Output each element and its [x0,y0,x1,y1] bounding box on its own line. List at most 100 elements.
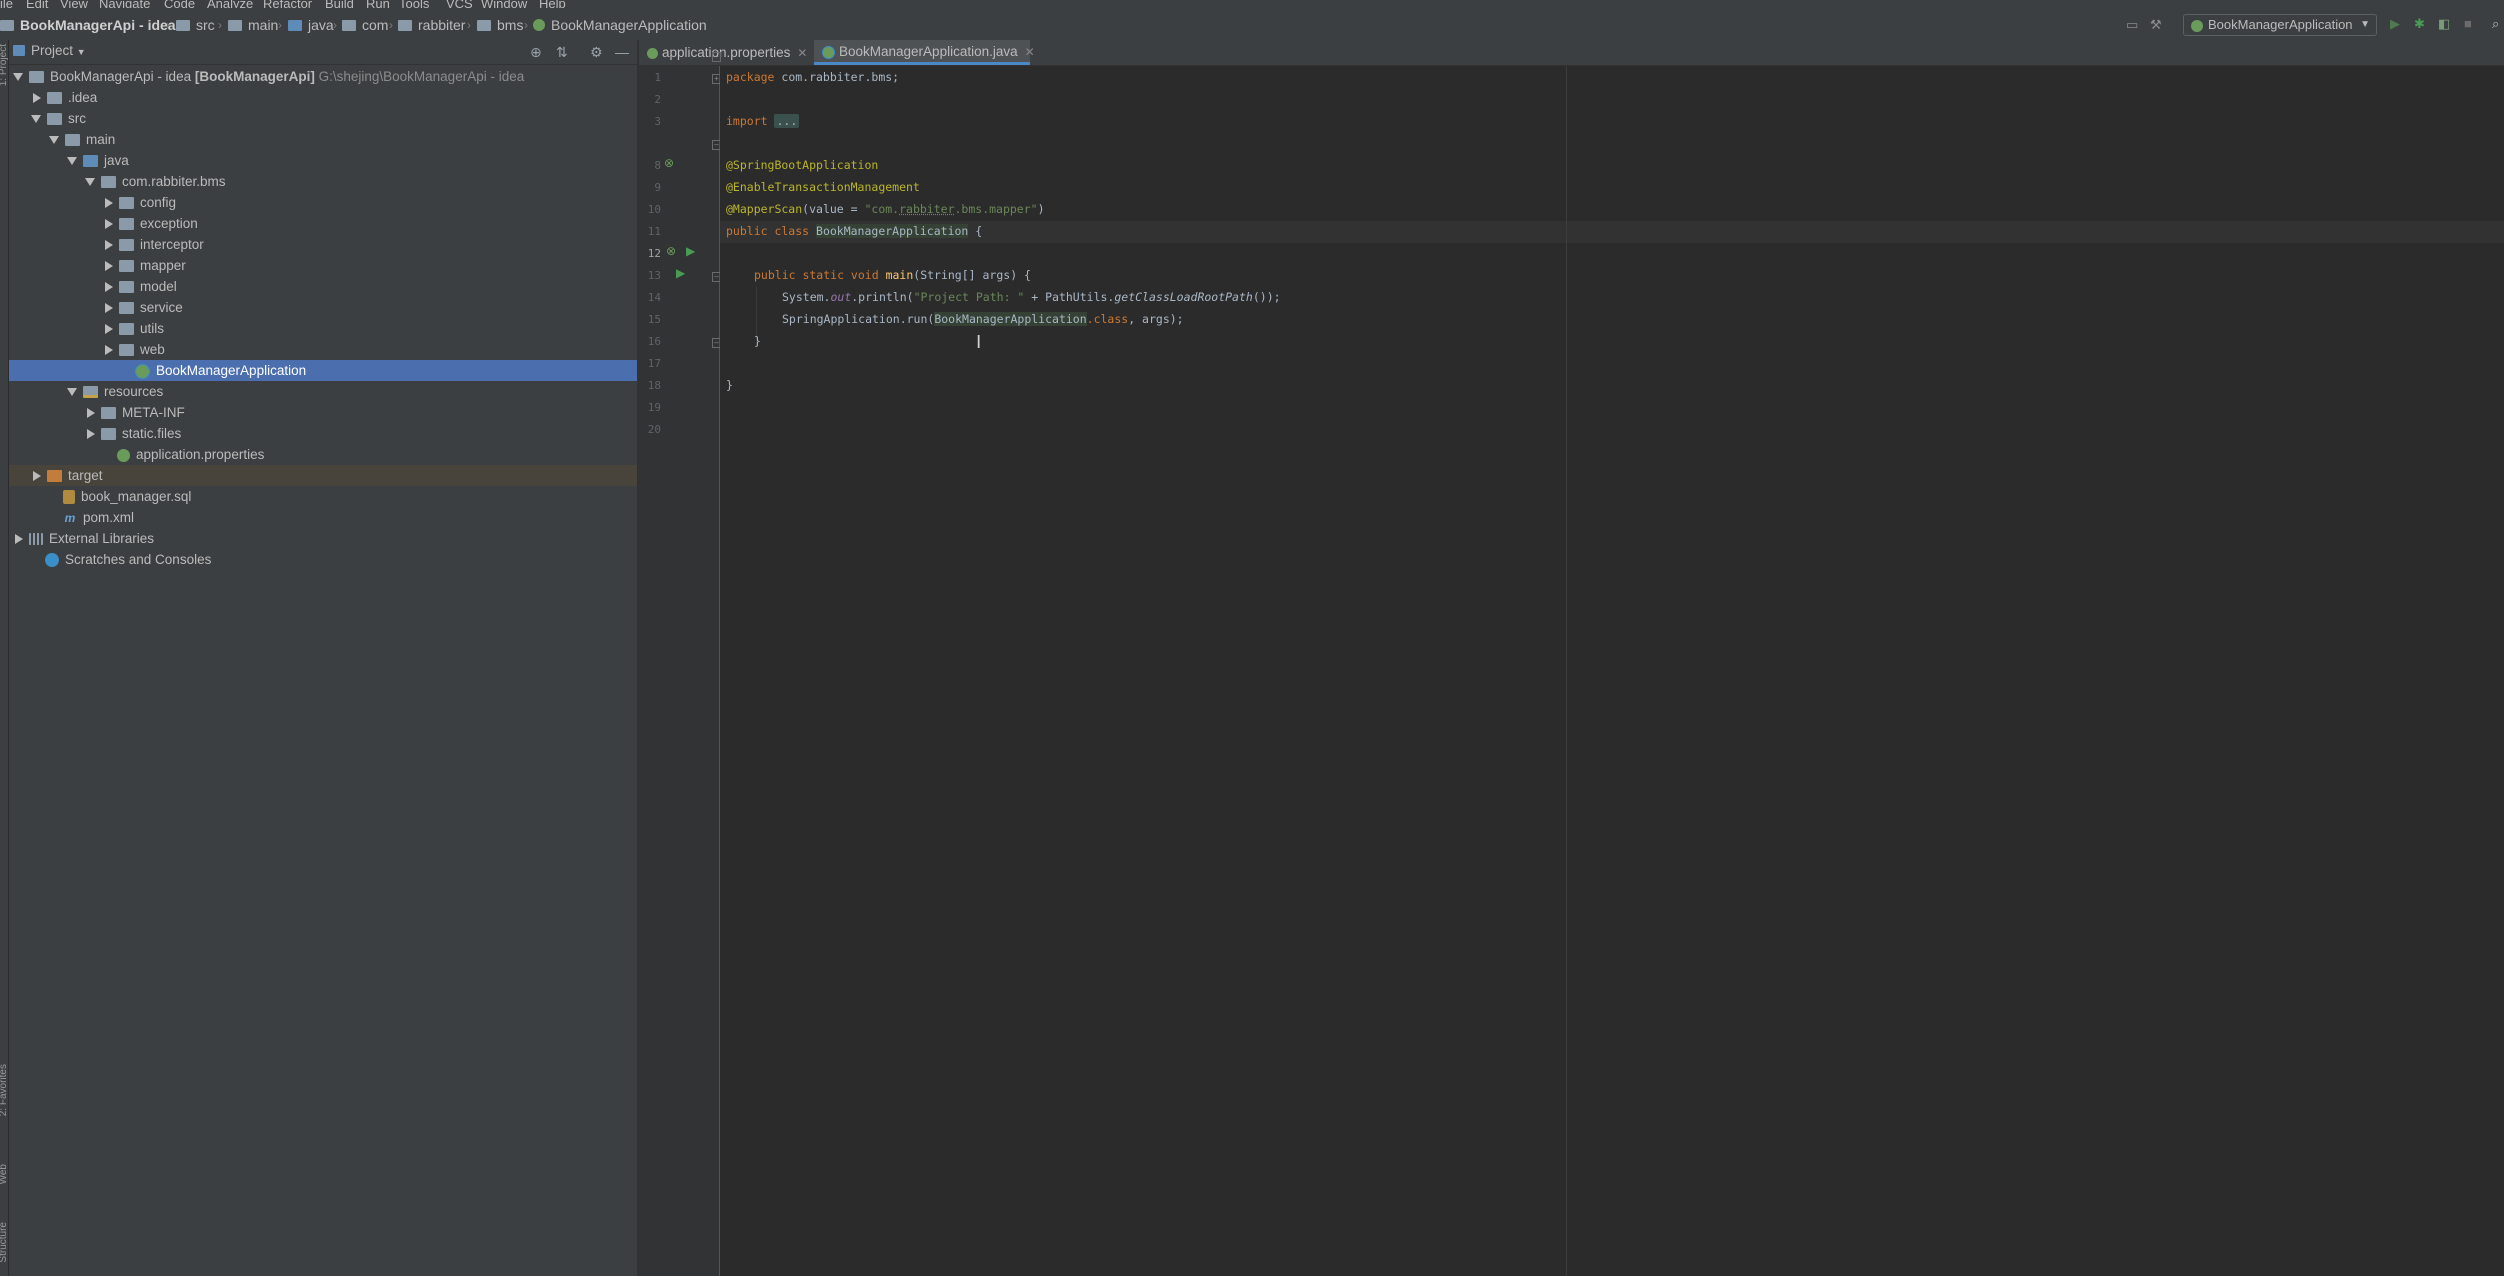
tree-item[interactable]: src [9,108,637,129]
expanded-arrow-icon[interactable] [31,115,41,124]
spring-bean-icon[interactable]: ⊗ [664,156,674,170]
project-tool-tab[interactable]: 1: Project [0,44,9,86]
favorites-tool-tab[interactable]: 2: Favorites [0,1064,9,1116]
tree-item[interactable]: BookManagerApi - idea [BookManagerApi] G… [9,66,637,87]
collapsed-arrow-icon[interactable] [33,471,41,482]
expanded-arrow-icon[interactable] [49,136,59,145]
collapsed-arrow-icon[interactable] [105,303,113,314]
tree-item[interactable]: static.files [9,423,637,444]
collapsed-arrow-icon[interactable] [105,198,113,209]
menu-help[interactable]: Help [539,0,566,8]
locate-file-icon[interactable]: ⊕ [530,44,542,61]
collapsed-arrow-icon[interactable] [105,240,113,251]
spring-bean-icon[interactable]: ⊗ [666,244,676,258]
collapsed-arrow-icon[interactable] [87,408,95,419]
tree-item[interactable]: exception [9,213,637,234]
tree-item[interactable]: META-INF [9,402,637,423]
menu-tools[interactable]: Tools [399,0,429,8]
tree-item[interactable]: resources [9,381,637,402]
breadcrumb-main[interactable]: main [228,17,278,33]
collapse-all-icon[interactable]: ⇅ [556,44,568,61]
folded-imports[interactable]: ... [774,114,800,128]
collapsed-arrow-icon[interactable] [105,219,113,230]
tree-item[interactable]: target [9,465,637,486]
code-line[interactable]: @SpringBootApplication [726,154,878,176]
tree-item[interactable]: com.rabbiter.bms [9,171,637,192]
structure-tool-tab[interactable]: Structure [0,1222,9,1263]
breadcrumb-src[interactable]: src [176,17,215,33]
code-line[interactable]: public static void main(String[] args) { [754,264,1031,286]
tree-item[interactable]: interceptor [9,234,637,255]
tree-item[interactable]: BookManagerApplication [9,360,637,381]
expanded-arrow-icon[interactable] [67,157,77,166]
code-line[interactable]: } [754,330,761,352]
collapsed-arrow-icon[interactable] [105,282,113,293]
tree-item[interactable]: External Libraries [9,528,637,549]
tree-item[interactable]: .idea [9,87,637,108]
hide-panel-icon[interactable]: — [615,44,629,60]
tab-application-properties[interactable]: application.properties ✕ [639,40,811,65]
collapsed-arrow-icon[interactable] [105,261,113,272]
code-line[interactable]: public class BookManagerApplication { [726,220,982,242]
menu-run[interactable]: Run [366,0,390,8]
collapsed-arrow-icon[interactable] [33,93,41,104]
breadcrumb-java[interactable]: java [288,17,334,33]
tree-item[interactable]: java [9,150,637,171]
breadcrumb-class[interactable]: BookManagerApplication [533,17,707,33]
project-view-selector[interactable]: Project ▼ [31,43,86,58]
menu-view[interactable]: View [60,0,88,8]
close-icon[interactable]: ✕ [797,46,807,60]
collapsed-arrow-icon[interactable] [15,534,23,545]
web-tool-tab[interactable]: Web [0,1164,9,1184]
menu-code[interactable]: Code [164,0,195,8]
menu-window[interactable]: Window [481,0,527,8]
menu-vcs[interactable]: VCS [446,0,473,8]
collapsed-arrow-icon[interactable] [105,324,113,335]
tree-item[interactable]: web [9,339,637,360]
menu-file[interactable]: ile [0,0,13,8]
code-lines[interactable]: package com.rabbiter.bms; import ... @Sp… [720,66,2504,466]
expanded-arrow-icon[interactable] [13,73,23,82]
fold-marker-icon[interactable]: – [712,52,721,62]
run-configuration-select[interactable]: BookManagerApplication ▼ [2183,14,2377,36]
tree-item[interactable]: service [9,297,637,318]
menu-navigate[interactable]: Navigate [99,0,150,8]
search-icon[interactable]: ⌕ [2492,16,2499,32]
breadcrumb-rabbiter[interactable]: rabbiter [398,17,465,33]
code-line[interactable]: System.out.println("Project Path: " + Pa… [782,286,1281,308]
layout-icon[interactable]: ▭ [2126,17,2138,33]
breadcrumb-project[interactable]: BookManagerApi - idea [0,17,176,33]
expanded-arrow-icon[interactable] [85,178,95,187]
tree-item[interactable]: main [9,129,637,150]
tree-item[interactable]: m pom.xml [9,507,637,528]
tree-item[interactable]: application.properties [9,444,637,465]
gear-icon[interactable]: ⚙ [590,44,603,61]
tree-item[interactable]: book_manager.sql [9,486,637,507]
code-line[interactable]: import ... [726,110,800,132]
run-icon[interactable]: ▶ [2390,16,2400,32]
code-line[interactable]: SpringApplication.run(BookManagerApplica… [782,308,1184,330]
build-hammer-icon[interactable]: ⚒ [2150,17,2162,33]
debug-icon[interactable]: ✱ [2414,16,2425,32]
menu-build[interactable]: Build [325,0,354,8]
tree-item[interactable]: model [9,276,637,297]
run-gutter-icon[interactable]: ▶ [686,244,695,258]
expanded-arrow-icon[interactable] [67,388,77,397]
code-line[interactable]: @EnableTransactionManagement [726,176,920,198]
tree-item[interactable]: config [9,192,637,213]
code-line[interactable]: package com.rabbiter.bms; [726,66,899,88]
run-gutter-icon[interactable]: ▶ [676,266,685,280]
breadcrumb-com[interactable]: com [342,17,388,33]
menu-analyze[interactable]: Analyze [207,0,253,8]
code-line[interactable]: } [726,374,733,396]
close-icon[interactable]: ✕ [1025,45,1035,59]
tree-item[interactable]: utils [9,318,637,339]
stop-icon[interactable]: ■ [2464,16,2472,31]
editor-gutter[interactable]: 1 2 3 8 9 10 11 12 13 14 15 16 17 18 19 … [639,66,720,1276]
menu-edit[interactable]: Edit [26,0,48,8]
code-line[interactable]: @MapperScan(value = "com.rabbiter.bms.ma… [726,198,1045,220]
tree-item[interactable]: mapper [9,255,637,276]
coverage-icon[interactable]: ◧ [2438,16,2450,32]
menu-refactor[interactable]: Refactor [263,0,312,8]
tree-item[interactable]: Scratches and Consoles [9,549,637,570]
